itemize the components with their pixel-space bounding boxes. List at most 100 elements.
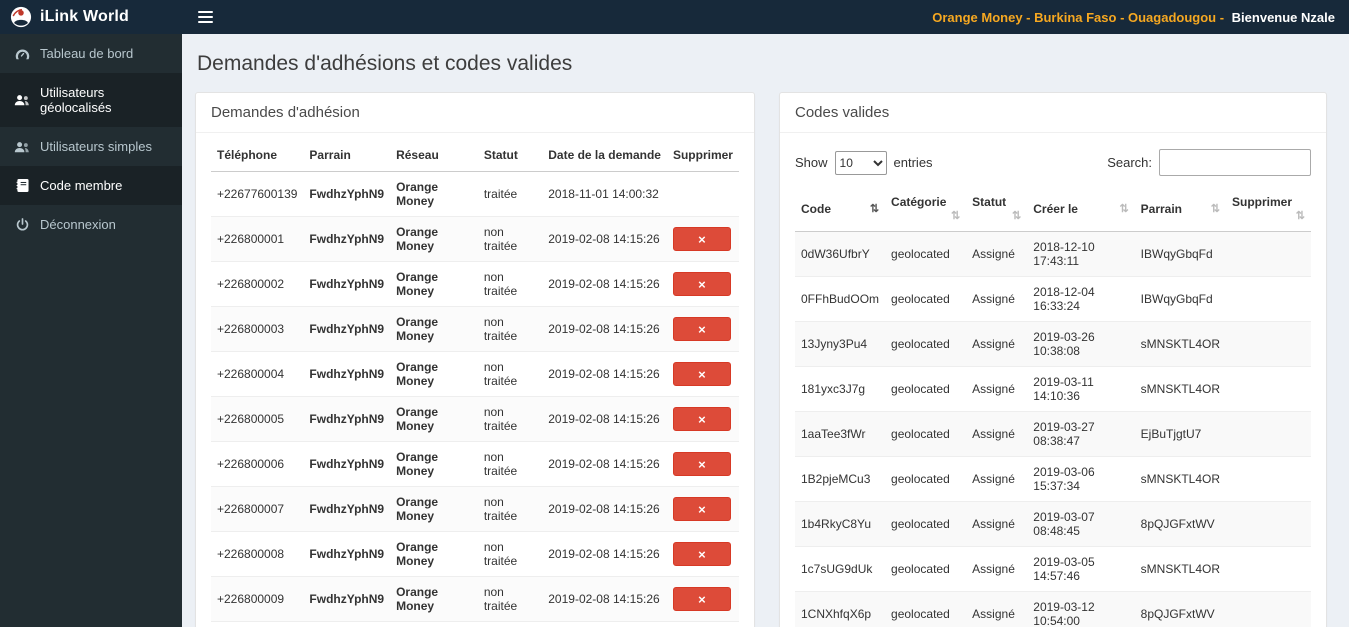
column-header-categorie[interactable]: Catégorie ⇅ <box>885 186 967 232</box>
cell-parrain: FwdhzYphN9 <box>303 531 391 577</box>
cell-categorie: geolocated <box>885 591 967 627</box>
delete-button[interactable]: × <box>672 317 731 341</box>
cell-categorie: geolocated <box>885 456 967 502</box>
delete-button[interactable]: × <box>672 497 731 521</box>
cell-statut: Assigné <box>966 321 1028 367</box>
cell-supprimer: × <box>666 486 739 532</box>
search-input[interactable] <box>1159 149 1311 176</box>
cell-parrain: 8pQJGFxtWV <box>1134 501 1227 547</box>
cell-parrain: 8pQJGFxtWV <box>1134 591 1227 627</box>
sort-icon: ⇅ <box>1295 210 1305 222</box>
cell-parrain: FwdhzYphN9 <box>303 396 391 442</box>
cell-parrain: FwdhzYphN9 <box>303 486 391 532</box>
table-row: +226800004 FwdhzYphN9 Orange Money non trai… <box>211 351 739 397</box>
context-location: Orange Money - Burkina Faso - Ouagadougo… <box>932 9 1225 25</box>
codes-header-row: Code ⇅ Catégorie ⇅ Statut ⇅ Créer le ⇅ Parrain ⇅ S… <box>795 186 1311 232</box>
table-row: 0FFhBudOOm geolocated Assigné 2018-12-04 16… <box>795 276 1311 322</box>
adhesions-table: Téléphone Parrain Réseau Statut Date de la d… <box>211 139 739 627</box>
cell-date: 2019-02-08 14:15:26 <box>542 306 667 352</box>
sidebar-item-tableau-de-bord[interactable]: Tableau de bord <box>0 34 182 73</box>
sort-icon: ⇅ <box>950 210 961 222</box>
cell-date: 2019-02-08 14:15:26 <box>542 351 667 397</box>
sidebar-item-code-membre[interactable]: Code membre <box>0 166 182 205</box>
table-row: 181yxc3J7g geolocated Assigné 2019-03-11 14… <box>795 366 1311 412</box>
entries-label: entries <box>893 155 933 170</box>
cell-statut: non traitée <box>477 576 543 622</box>
cell-telephone: +226800005 <box>211 396 304 442</box>
cell-statut: non traitée <box>477 261 543 307</box>
sidebar-item-label: Code membre <box>40 178 123 193</box>
cell-parrain: FwdhzYphN9 <box>303 351 391 397</box>
column-header-code[interactable]: Code ⇅ <box>795 186 886 232</box>
cell-supprimer <box>1226 231 1311 277</box>
cell-statut: non traitée <box>477 531 543 577</box>
cell-parrain: FwdhzYphN9 <box>303 441 391 487</box>
codes-table: Code ⇅ Catégorie ⇅ Statut ⇅ Créer le ⇅ Parrain ⇅ S… <box>795 186 1311 627</box>
app-logo <box>10 6 32 28</box>
cell-reseau: Orange Money <box>390 621 478 627</box>
cell-reseau: Orange Money <box>390 441 478 487</box>
cell-reseau: Orange Money <box>390 306 478 352</box>
column-header-parrain[interactable]: Parrain ⇅ <box>1134 186 1227 232</box>
codes-panel-title: Codes valides <box>780 93 1326 133</box>
power-icon <box>14 218 30 232</box>
table-row: +226800003 FwdhzYphN9 Orange Money non trai… <box>211 306 739 352</box>
brand-title: iLink World <box>40 8 130 25</box>
table-row: 1CNXhfqX6p geolocated Assigné 2019-03-12 10… <box>795 591 1311 627</box>
sort-icon: ⇅ <box>869 202 880 215</box>
column-header-supprimer[interactable]: Supprimer ⇅ <box>1226 186 1311 232</box>
sidebar-item-deconnexion[interactable]: Déconnexion <box>0 205 182 244</box>
cell-supprimer: × <box>666 576 739 622</box>
delete-button[interactable]: × <box>672 272 731 296</box>
adhesions-panel: Demandes d'adhésion Téléphone Parrain Rése… <box>195 92 755 627</box>
sidebar-menu: Tableau de bord Utilisateurs géolocalisés… <box>0 34 182 244</box>
delete-button[interactable]: × <box>672 362 731 386</box>
cell-statut: traitée <box>477 171 543 217</box>
delete-button[interactable]: × <box>672 587 731 611</box>
delete-button[interactable]: × <box>672 407 731 431</box>
delete-button[interactable]: × <box>672 227 731 251</box>
table-row: 1b4RkyC8Yu geolocated Assigné 2019-03-07 08… <box>795 501 1311 547</box>
sidebar-item-utilisateurs-simples[interactable]: Utilisateurs simples <box>0 127 182 166</box>
cell-date: 2019-02-08 14:15:26 <box>542 216 667 262</box>
cell-reseau: Orange Money <box>390 396 478 442</box>
cell-code: 0dW36UfbrY <box>795 231 886 277</box>
cell-supprimer: × <box>666 441 739 487</box>
cell-telephone: +226800003 <box>211 306 304 352</box>
cell-statut: Assigné <box>966 276 1028 322</box>
cell-supprimer: × <box>666 351 739 397</box>
table-row: +226800007 FwdhzYphN9 Orange Money non trai… <box>211 486 739 532</box>
delete-button[interactable]: × <box>672 542 731 566</box>
hamburger-icon[interactable] <box>182 0 228 34</box>
cell-parrain: IBWqyGbqFd <box>1134 231 1227 277</box>
cell-supprimer <box>1226 456 1311 502</box>
sort-icon: ⇅ <box>1012 210 1022 222</box>
cell-date: 2019-02-08 14:15:26 <box>542 531 667 577</box>
cell-creer-le: 2019-03-12 10:54:00 <box>1027 591 1135 627</box>
page-length-select[interactable]: 10 <box>834 150 887 175</box>
table-row: +226800008 FwdhzYphN9 Orange Money non trai… <box>211 531 739 577</box>
cell-date: 2019-02-08 14:15:26 <box>542 576 667 622</box>
delete-button[interactable]: × <box>672 452 731 476</box>
cell-parrain: FwdhzYphN9 <box>303 261 391 307</box>
cell-reseau: Orange Money <box>390 216 478 262</box>
cell-categorie: geolocated <box>885 366 967 412</box>
cell-reseau: Orange Money <box>390 261 478 307</box>
brand[interactable]: iLink World <box>0 0 182 34</box>
column-header-statut: Statut <box>477 139 543 172</box>
sidebar-item-utilisateurs-geolocalises[interactable]: Utilisateurs géolocalisés <box>0 73 182 127</box>
cell-parrain: FwdhzYphN9 <box>303 621 391 627</box>
cell-supprimer <box>1226 411 1311 457</box>
cell-creer-le: 2019-03-26 10:38:08 <box>1027 321 1135 367</box>
cell-creer-le: 2019-03-11 14:10:36 <box>1027 366 1135 412</box>
column-header-statut[interactable]: Statut ⇅ <box>966 186 1028 232</box>
cell-telephone: +226800006 <box>211 441 304 487</box>
table-row: +226800002 FwdhzYphN9 Orange Money non trai… <box>211 261 739 307</box>
sidebar-item-label: Tableau de bord <box>40 46 134 61</box>
cell-parrain: FwdhzYphN9 <box>303 216 391 262</box>
cell-parrain: EjBuTjgtU7 <box>1134 411 1227 457</box>
table-row: +22677600139 FwdhzYphN9 Orange Money traité… <box>211 171 739 217</box>
top-bar: iLink World Orange Money - Burkina Faso … <box>0 0 1349 34</box>
column-header-parrain: Parrain <box>303 139 391 172</box>
column-header-creer-le[interactable]: Créer le ⇅ <box>1027 186 1135 232</box>
